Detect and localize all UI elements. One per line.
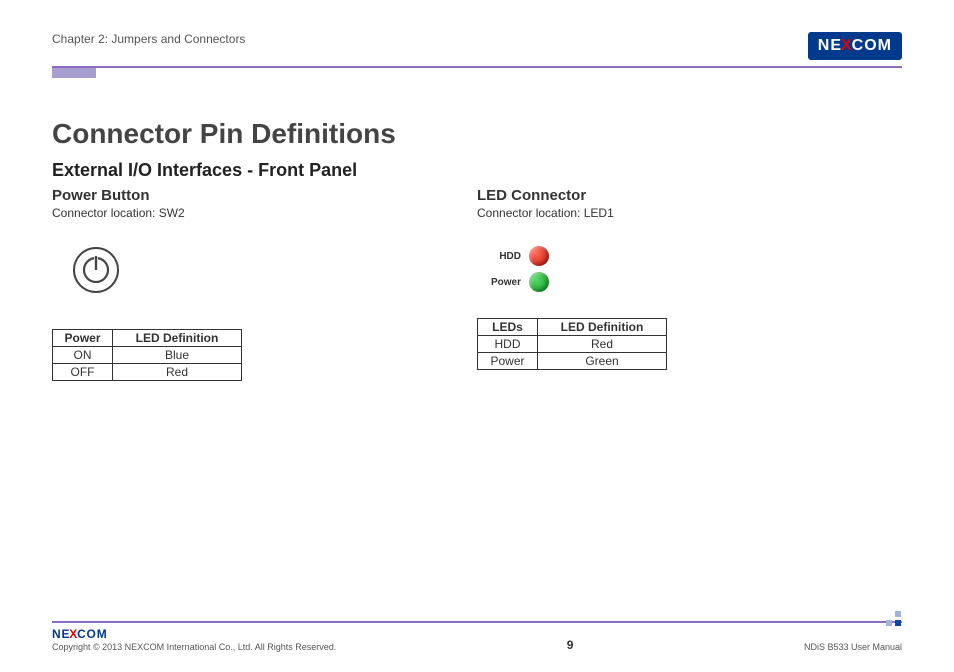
footer-logo-x: X — [69, 627, 78, 641]
manual-name: NDiS B533 User Manual — [804, 642, 902, 652]
copyright-text: Copyright © 2013 NEXCOM International Co… — [52, 642, 336, 652]
footer-logo-post: COM — [77, 627, 107, 641]
power-led-label: Power — [477, 277, 521, 288]
led-connector-heading: LED Connector — [477, 187, 872, 204]
page-number: 9 — [567, 638, 574, 652]
page-subtitle: External I/O Interfaces - Front Panel — [52, 160, 902, 181]
power-button-location: Connector location: SW2 — [52, 206, 447, 220]
table-cell: HDD — [478, 336, 538, 353]
table-cell: Red — [113, 364, 242, 381]
logo-pre: NE — [818, 37, 842, 55]
table-cell: Red — [538, 336, 667, 353]
logo-post: COM — [852, 37, 892, 55]
led-definition-table: LEDs LED Definition HDD Red Power Green — [477, 318, 667, 370]
led-diagram: HDD Power — [477, 246, 872, 294]
power-led-icon — [529, 272, 549, 292]
table-row: Power Green — [478, 353, 667, 370]
power-led-table: Power LED Definition ON Blue OFF Red — [52, 329, 242, 381]
header-tab-block — [52, 68, 96, 78]
chapter-label: Chapter 2: Jumpers and Connectors — [52, 32, 245, 46]
page-footer: NEXCOM Copyright © 2013 NEXCOM Internati… — [52, 621, 902, 652]
table-row: ON Blue — [53, 347, 242, 364]
power-button-section: Power Button Connector location: SW2 Pow… — [52, 187, 477, 381]
hdd-led-icon — [529, 246, 549, 266]
table-cell: Blue — [113, 347, 242, 364]
hdd-led-label: HDD — [477, 251, 521, 262]
table-row: HDD Red — [478, 336, 667, 353]
table-cell: ON — [53, 347, 113, 364]
power-icon — [72, 246, 447, 299]
power-button-heading: Power Button — [52, 187, 447, 204]
logo-x: X — [841, 37, 853, 55]
header-rule — [52, 66, 902, 68]
nexcom-logo: NEXCOM — [808, 32, 902, 60]
led-connector-location: Connector location: LED1 — [477, 206, 872, 220]
table-cell: Green — [538, 353, 667, 370]
table-cell: OFF — [53, 364, 113, 381]
table-cell: Power — [478, 353, 538, 370]
table-header: LED Definition — [538, 319, 667, 336]
footer-squares-icon — [886, 611, 902, 627]
table-row: OFF Red — [53, 364, 242, 381]
led-connector-section: LED Connector Connector location: LED1 H… — [477, 187, 902, 381]
footer-logo: NEXCOM — [52, 627, 336, 641]
table-header: Power — [53, 330, 113, 347]
footer-logo-pre: NE — [52, 627, 70, 641]
table-header: LED Definition — [113, 330, 242, 347]
page-title: Connector Pin Definitions — [52, 118, 902, 150]
table-header: LEDs — [478, 319, 538, 336]
